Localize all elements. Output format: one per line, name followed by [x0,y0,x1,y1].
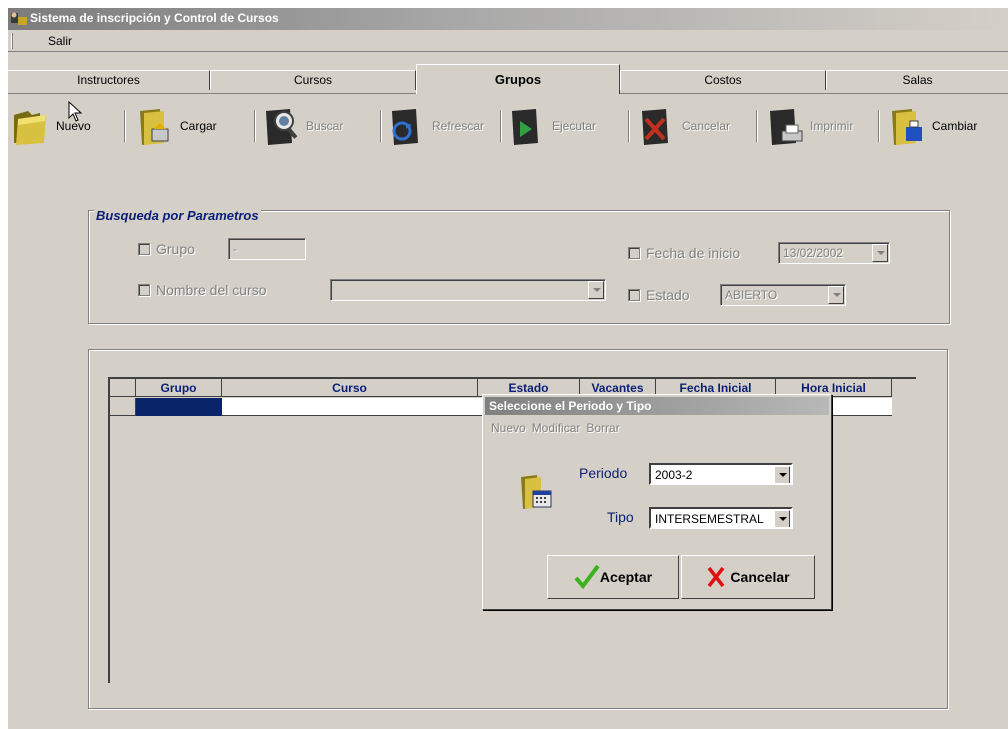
chevron-down-icon[interactable] [588,281,604,299]
chevron-down-icon[interactable] [872,244,888,262]
imprimir-button[interactable]: Imprimir [764,102,853,150]
dialog-menu-borrar[interactable]: Borrar [586,421,619,435]
app-window: Sistema de inscripción y Control de Curs… [8,8,1008,729]
refrescar-button[interactable]: Refrescar [386,102,484,150]
mouse-pointer-icon [68,101,83,122]
selected-cell[interactable] [136,398,222,416]
periodo-value: 2003-2 [655,468,693,482]
grid-row-indicator-header [110,379,136,397]
fecha-inicio-picker[interactable]: 13/02/2002 [778,242,890,264]
periodo-tipo-dialog: Seleccione el Periodo y Tipo Nuevo Modif… [482,394,832,610]
estado-checkbox-field[interactable]: Estado [628,287,690,303]
ejecutar-button[interactable]: Ejecutar [506,102,596,150]
book-run-icon [512,109,538,145]
x-icon [708,566,725,588]
calendar-folder-icon [521,475,552,509]
nombre-curso-checkbox-field[interactable]: Nombre del curso [138,282,267,298]
toolbar-divider [756,110,758,142]
folder-upload-icon [140,109,169,145]
menu-grip [11,33,13,49]
grupo-label: Grupo [156,241,195,257]
dialog-menu: Nuevo Modificar Borrar [491,421,620,435]
toolbar-divider [254,110,256,142]
cancelar-dialog-label: Cancelar [730,569,790,585]
toolbar-divider [380,110,382,142]
aceptar-label: Aceptar [599,569,653,585]
fecha-inicio-checkbox[interactable] [628,247,640,259]
imprimir-label: Imprimir [810,119,854,133]
book-refresh-icon [392,109,418,145]
periodo-select[interactable]: 2003-2 [649,463,793,485]
nombre-curso-checkbox[interactable] [138,284,150,296]
book-cancel-icon [642,109,668,145]
cambiar-label: Cambiar [932,119,978,133]
estado-value: ABIERTO [725,288,778,302]
row-indicator[interactable] [110,398,136,416]
menu-salir[interactable]: Salir [46,33,74,49]
buscar-button[interactable]: Buscar [260,102,343,150]
fecha-inicio-label: Fecha de inicio [646,245,741,261]
toolbar: Nuevo Cargar Buscar Refrescar Ejecutar C… [8,96,1008,156]
tipo-select[interactable]: INTERSEMESTRAL [649,507,793,529]
tab-salas[interactable]: Salas [826,70,1008,90]
tab-costos[interactable]: Costos [620,70,826,90]
book-print-icon [770,109,803,145]
cancelar-label: Cancelar [682,119,731,133]
tab-strip: Instructores Cursos Grupos Costos Salas [8,64,1008,94]
folder-change-icon [892,109,922,145]
window-title: Sistema de inscripción y Control de Curs… [30,11,279,25]
toolbar-divider [500,110,502,142]
chevron-down-icon[interactable] [828,286,844,304]
ejecutar-label: Ejecutar [552,119,597,133]
tipo-value: INTERSEMESTRAL [655,512,764,526]
buscar-label: Buscar [306,119,344,133]
cancelar-button[interactable]: Cancelar [636,102,730,150]
app-icon [11,12,27,25]
periodo-label: Periodo [579,465,628,481]
grupo-checkbox-field[interactable]: Grupo [138,241,195,257]
estado-checkbox[interactable] [628,289,640,301]
fecha-inicio-checkbox-field[interactable]: Fecha de inicio [628,245,740,261]
grupo-input[interactable]: - [228,238,306,260]
dialog-title: Seleccione el Periodo y Tipo [485,397,829,415]
menu-bar: Salir [8,30,1008,52]
toolbar-divider [878,110,880,142]
tab-grupos[interactable]: Grupos [416,64,620,94]
dialog-menu-nuevo[interactable]: Nuevo [491,421,526,435]
title-bar: Sistema de inscripción y Control de Curs… [8,8,1008,30]
tipo-label: Tipo [607,509,634,525]
toolbar-divider [628,110,630,142]
dialog-menu-modificar[interactable]: Modificar [532,421,581,435]
folder-open-icon [14,111,46,145]
cambiar-button[interactable]: Cambiar [886,102,977,150]
tab-cursos[interactable]: Cursos [210,70,416,90]
chevron-down-icon[interactable] [774,466,790,483]
cargar-button[interactable]: Cargar [134,102,217,150]
estado-select[interactable]: ABIERTO [720,284,846,306]
grupo-checkbox[interactable] [138,243,150,255]
estado-label: Estado [646,287,690,303]
tab-instructores[interactable]: Instructores [8,70,210,90]
grid-header-curso[interactable]: Curso [222,379,478,397]
cancelar-dialog-button[interactable]: Cancelar [681,555,815,599]
search-groupbox [88,210,950,324]
book-search-icon [266,109,298,145]
grid-header-grupo[interactable]: Grupo [136,379,222,397]
nombre-curso-select[interactable] [330,279,606,301]
nombre-curso-label: Nombre del curso [156,282,267,298]
check-icon [574,564,600,590]
chevron-down-icon[interactable] [774,510,790,527]
toolbar-divider [124,110,126,142]
fecha-inicio-value: 13/02/2002 [783,246,844,260]
aceptar-button[interactable]: Aceptar [547,555,679,599]
search-legend: Busqueda por Parametros [94,208,261,223]
cargar-label: Cargar [180,119,217,133]
refrescar-label: Refrescar [432,119,485,133]
